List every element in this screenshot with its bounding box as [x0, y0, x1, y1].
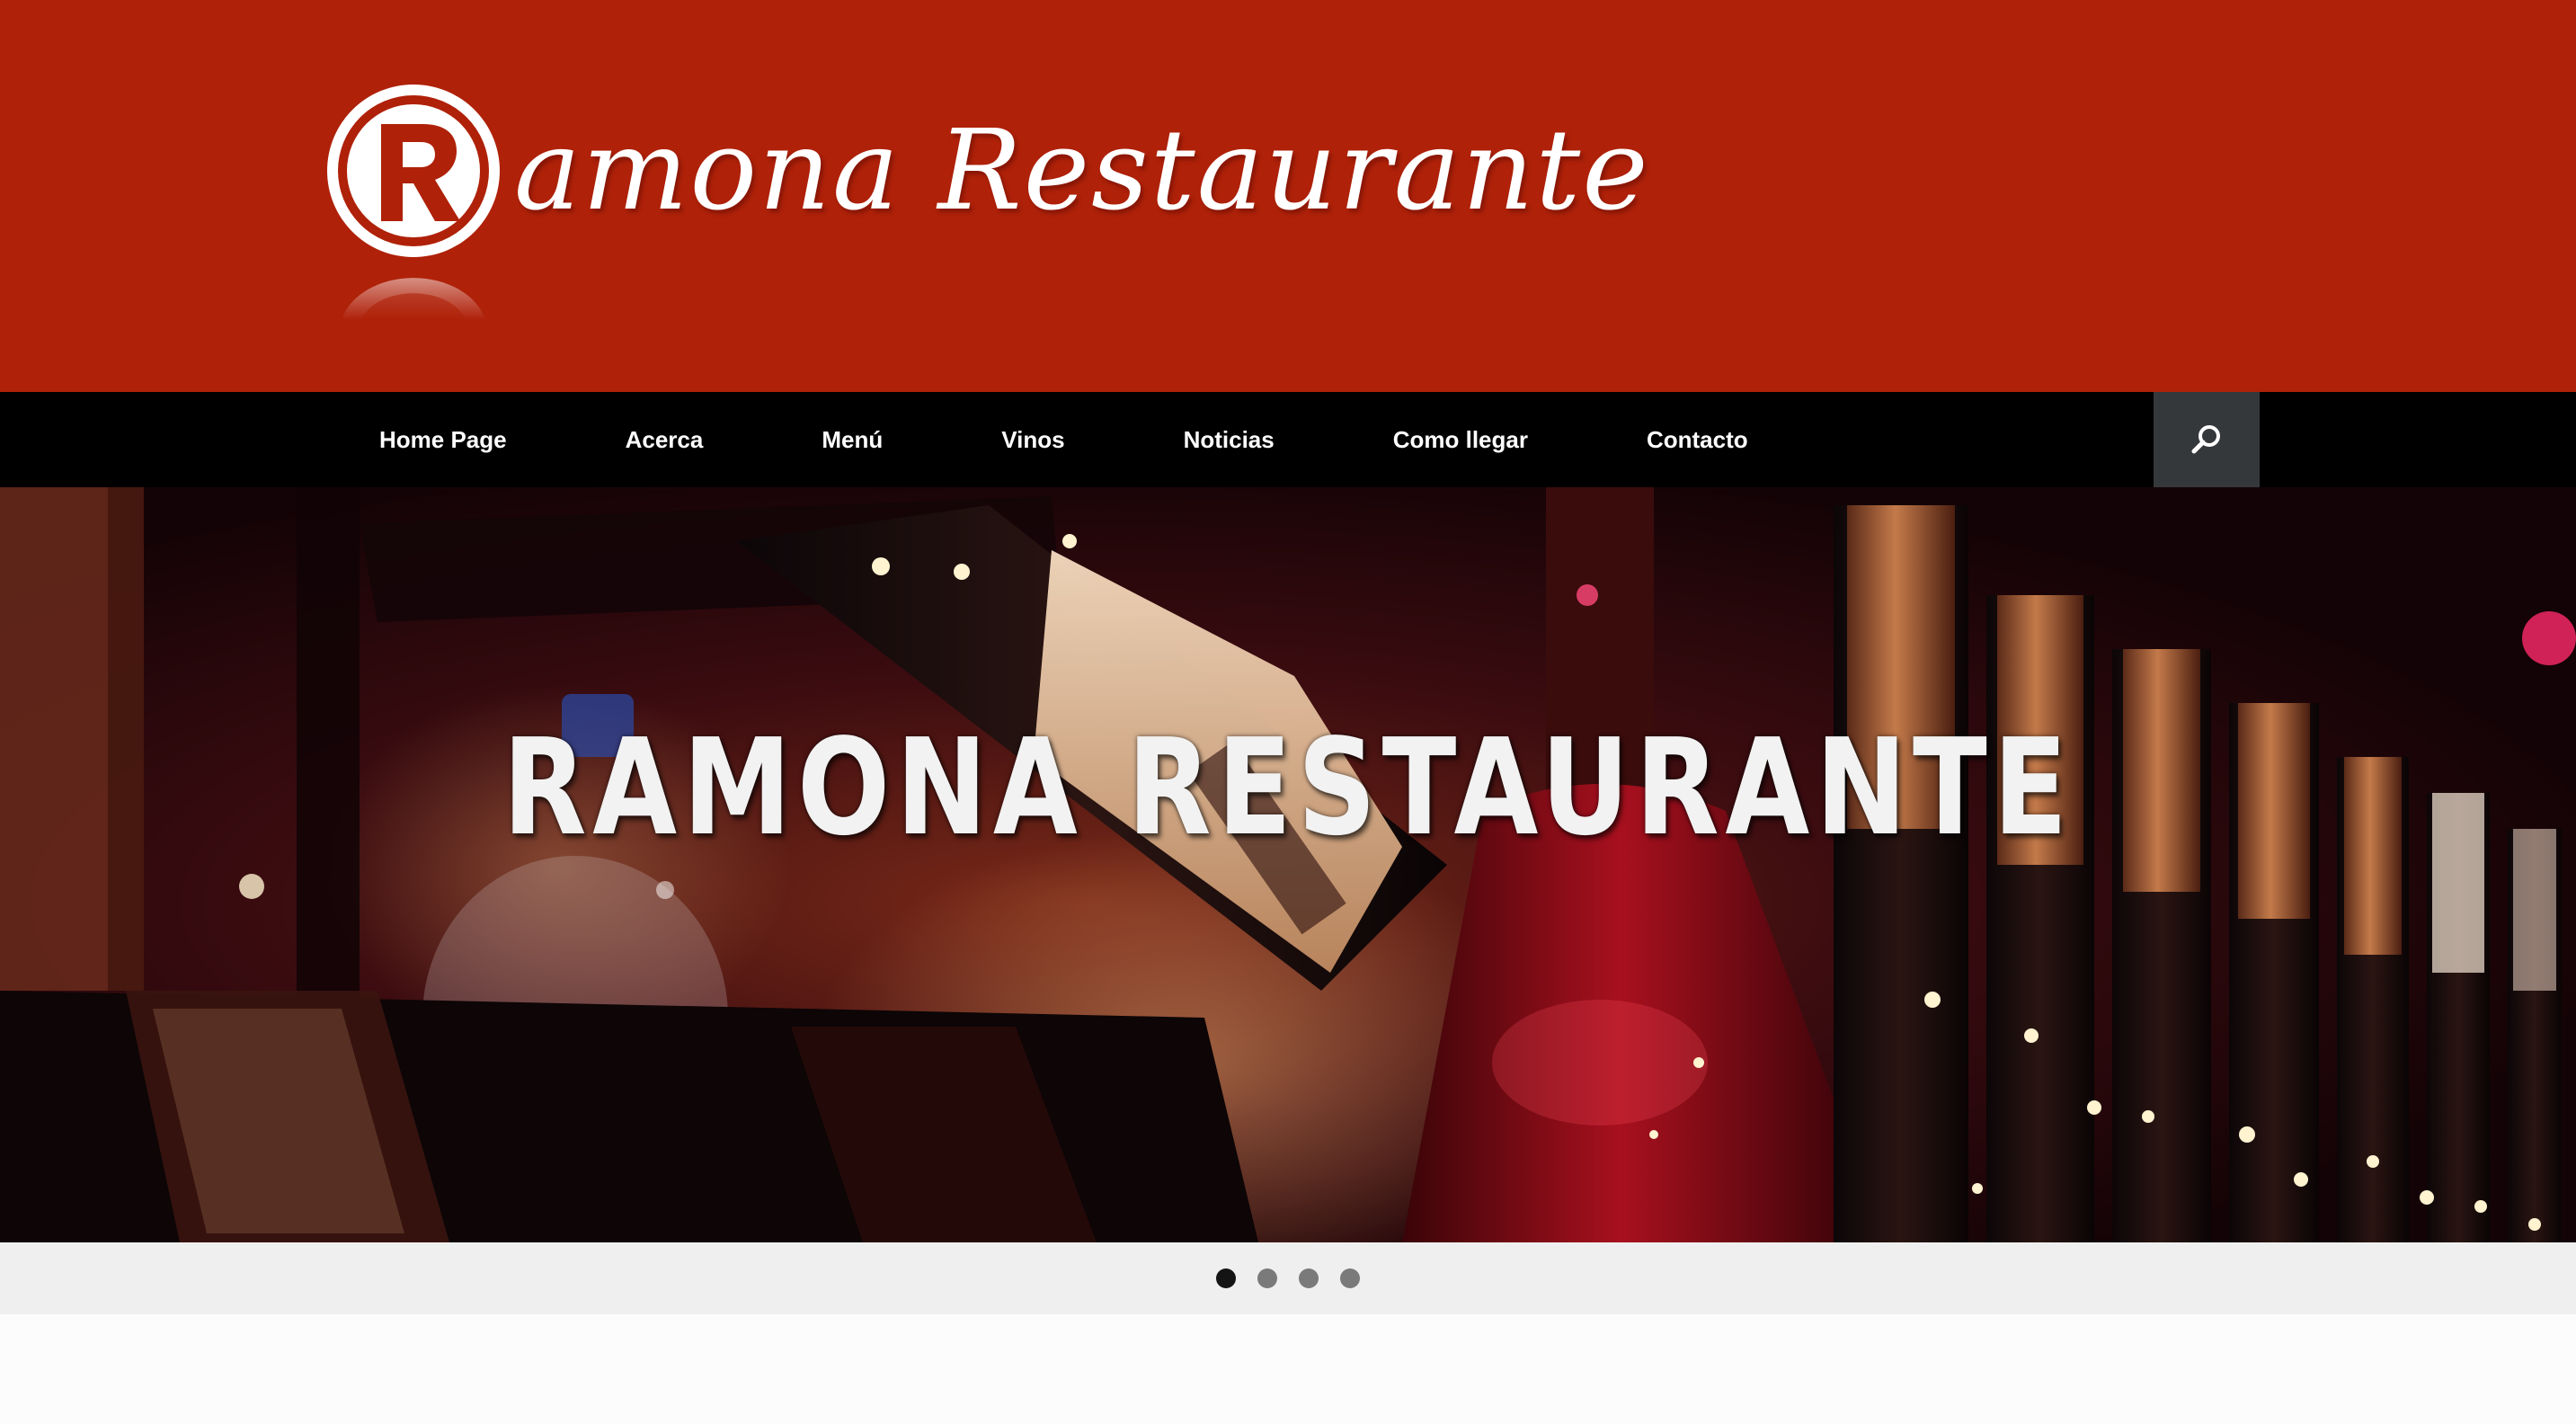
- nav-menu: Home Page Acerca Menú Vinos Noticias Com…: [320, 392, 1808, 487]
- nav-item-acerca[interactable]: Acerca: [566, 392, 763, 487]
- page-content: [0, 1314, 2576, 1424]
- search-icon: [2191, 425, 2220, 454]
- slide-title: RAMONA RESTAURANTE: [502, 710, 2074, 865]
- slide-dot-1[interactable]: [1216, 1268, 1236, 1288]
- nav-item-como-llegar[interactable]: Como llegar: [1334, 392, 1587, 487]
- logo-badge-icon: [327, 85, 500, 320]
- slide-dot-3[interactable]: [1299, 1268, 1319, 1288]
- site-header: amona Restaurante: [0, 0, 2576, 392]
- site-logo[interactable]: amona Restaurante: [320, 77, 1648, 320]
- nav-item-home-page[interactable]: Home Page: [320, 392, 566, 487]
- nav-item-vinos[interactable]: Vinos: [942, 392, 1124, 487]
- nav-item-menu[interactable]: Menú: [762, 392, 942, 487]
- hero-slider[interactable]: RAMONA RESTAURANTE: [0, 487, 2576, 1242]
- search-button[interactable]: [2154, 392, 2260, 487]
- slider-pager: [0, 1242, 2576, 1314]
- slide-dot-2[interactable]: [1257, 1268, 1277, 1288]
- slide-dot-4[interactable]: [1340, 1268, 1360, 1288]
- nav-item-contacto[interactable]: Contacto: [1587, 392, 1808, 487]
- logo-text: amona Restaurante: [514, 106, 1650, 236]
- nav-item-noticias[interactable]: Noticias: [1124, 392, 1334, 487]
- wine-bottles-image: [0, 487, 2576, 1242]
- main-navigation: Home Page Acerca Menú Vinos Noticias Com…: [0, 392, 2576, 487]
